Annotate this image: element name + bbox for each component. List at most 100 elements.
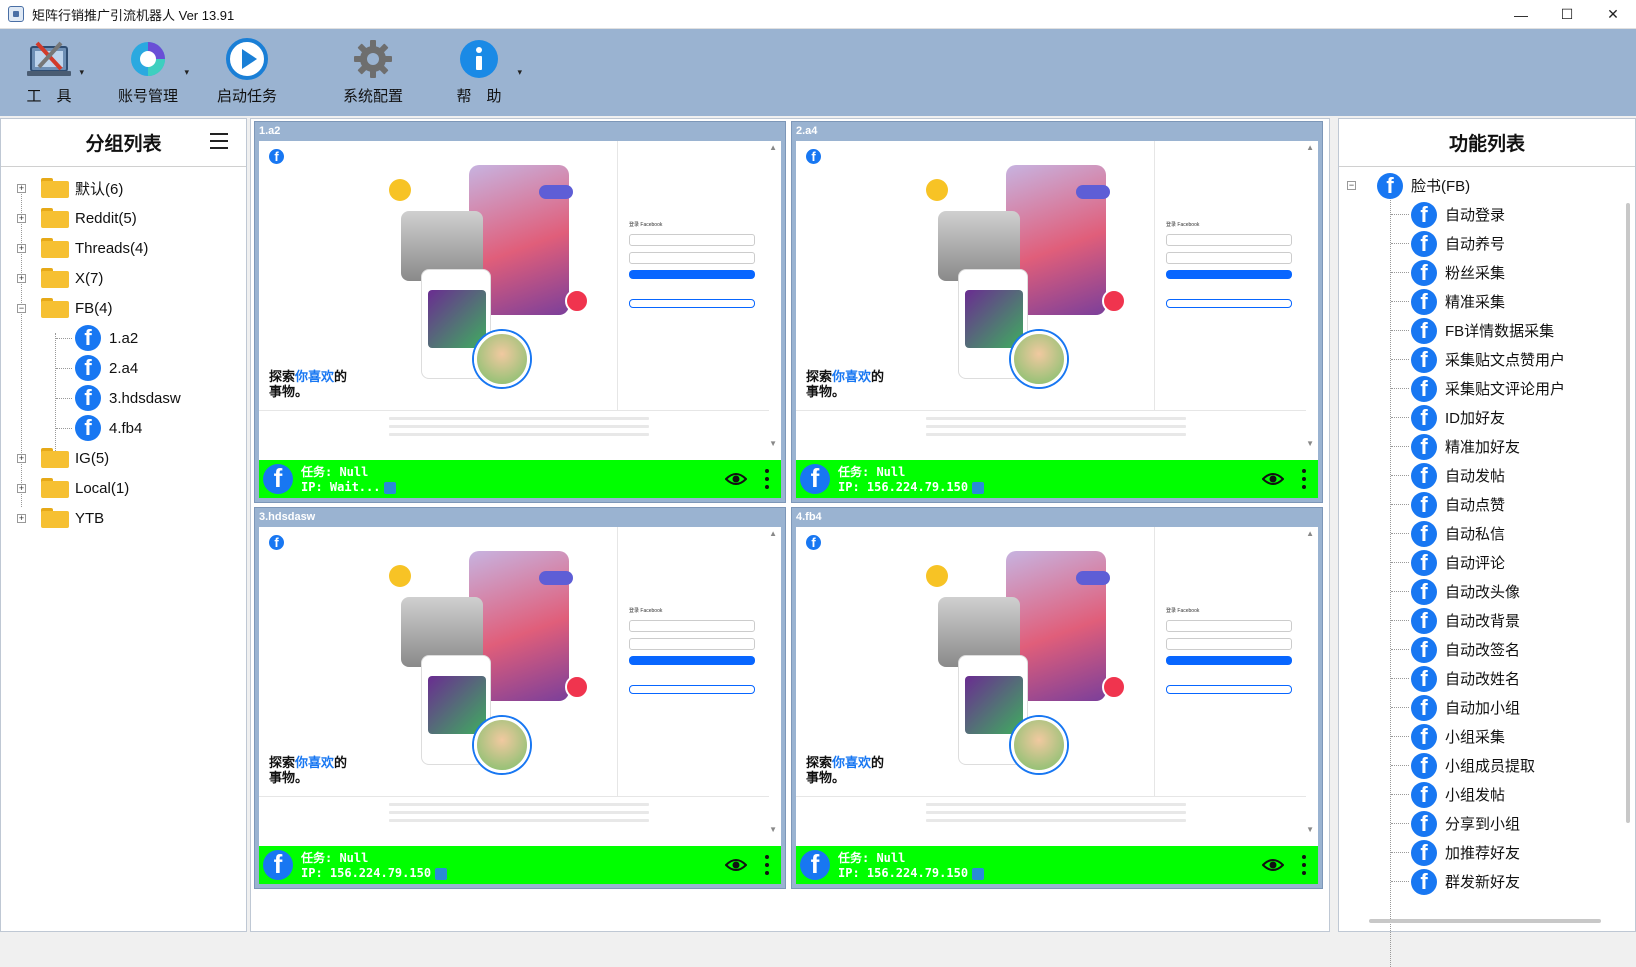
tree-group-ytb[interactable]: + YTB [1,503,246,533]
scroll-up-icon[interactable]: ▲ [769,529,777,538]
refresh-icon[interactable] [972,481,985,494]
login-button[interactable] [1166,656,1292,665]
login-button[interactable] [629,656,755,665]
tree-account-item[interactable]: f 4.fb4 [1,413,246,443]
hamburger-menu-icon[interactable] [210,133,228,149]
function-item[interactable]: f 自动评论 [1339,548,1635,577]
collapse-icon[interactable]: − [17,303,26,313]
scroll-up-icon[interactable]: ▲ [1306,143,1314,152]
tools-dropdown-icon[interactable]: ▾ [79,67,84,78]
function-item[interactable]: f 采集贴文评论用户 [1339,374,1635,403]
scroll-up-icon[interactable]: ▲ [769,143,777,152]
function-item[interactable]: f 自动加小组 [1339,693,1635,722]
expand-icon[interactable]: + [17,513,26,523]
function-item[interactable]: f 精准加好友 [1339,432,1635,461]
tree-account-item[interactable]: f 3.hdsdasw [1,383,246,413]
close-button[interactable]: ✕ [1590,0,1636,29]
tree-group-local[interactable]: + Local(1) [1,473,246,503]
maximize-button[interactable]: ☐ [1544,0,1590,29]
browser-viewport[interactable]: f 探索你喜欢的 事物。 登录 Facebook ▲ ▼ [796,141,1318,460]
create-account-button[interactable] [629,299,755,308]
refresh-icon[interactable] [435,867,448,880]
tree-group-default[interactable]: + 默认(6) [1,173,246,203]
eye-icon[interactable] [725,857,747,873]
browser-tile[interactable]: 1.a2 f 探索你喜欢的 事物。 登录 Facebook ▲ ▼ f 任务: … [254,121,786,503]
function-item[interactable]: f 加推荐好友 [1339,838,1635,867]
more-options-icon[interactable] [765,855,769,875]
function-item[interactable]: f 粉丝采集 [1339,258,1635,287]
tools-button[interactable]: 工 具 ▾ [26,29,84,106]
expand-icon[interactable]: + [17,243,26,253]
function-item[interactable]: f 自动发帖 [1339,461,1635,490]
eye-icon[interactable] [1262,857,1284,873]
scroll-up-icon[interactable]: ▲ [1306,529,1314,538]
function-root-facebook[interactable]: − f 脸书(FB) [1339,171,1635,200]
function-item[interactable]: f 自动改头像 [1339,577,1635,606]
function-item[interactable]: f FB详情数据采集 [1339,316,1635,345]
function-item[interactable]: f 小组发帖 [1339,780,1635,809]
function-item[interactable]: f 分享到小组 [1339,809,1635,838]
login-button[interactable] [629,270,755,279]
help-dropdown-icon[interactable]: ▾ [517,67,522,78]
browser-tile[interactable]: 2.a4 f 探索你喜欢的 事物。 登录 Facebook ▲ ▼ f 任务: … [791,121,1323,503]
expand-icon[interactable]: + [17,183,26,193]
email-input[interactable] [629,620,755,632]
accounts-button[interactable]: 账号管理 ▾ [117,29,189,106]
function-item[interactable]: f 自动改背景 [1339,606,1635,635]
scroll-down-icon[interactable]: ▼ [769,825,777,834]
email-input[interactable] [1166,620,1292,632]
function-item[interactable]: f 小组成员提取 [1339,751,1635,780]
browser-viewport[interactable]: f 探索你喜欢的 事物。 登录 Facebook ▲ ▼ [259,527,781,846]
function-item[interactable]: f ID加好友 [1339,403,1635,432]
browser-tile[interactable]: 4.fb4 f 探索你喜欢的 事物。 登录 Facebook ▲ ▼ f 任务:… [791,507,1323,889]
email-input[interactable] [1166,234,1292,246]
create-account-button[interactable] [1166,299,1292,308]
password-input[interactable] [1166,252,1292,264]
more-options-icon[interactable] [1302,855,1306,875]
tree-group-x[interactable]: + X(7) [1,263,246,293]
more-options-icon[interactable] [765,469,769,489]
settings-button[interactable]: 系统配置 [342,29,404,106]
expand-icon[interactable]: + [17,453,26,463]
accounts-dropdown-icon[interactable]: ▾ [184,67,189,78]
tree-account-item[interactable]: f 1.a2 [1,323,246,353]
create-account-button[interactable] [1166,685,1292,694]
expand-icon[interactable]: + [17,213,26,223]
password-input[interactable] [629,252,755,264]
function-item[interactable]: f 自动改姓名 [1339,664,1635,693]
eye-icon[interactable] [1262,471,1284,487]
start-task-button[interactable]: 启动任务 [216,29,278,106]
horizontal-scrollbar[interactable] [1369,919,1601,923]
vertical-scrollbar[interactable] [1625,167,1633,927]
tree-account-item[interactable]: f 2.a4 [1,353,246,383]
function-item[interactable]: f 自动养号 [1339,229,1635,258]
password-input[interactable] [1166,638,1292,650]
email-input[interactable] [629,234,755,246]
function-item[interactable]: f 自动私信 [1339,519,1635,548]
function-item[interactable]: f 自动改签名 [1339,635,1635,664]
function-item[interactable]: f 自动点赞 [1339,490,1635,519]
scroll-down-icon[interactable]: ▼ [769,439,777,448]
browser-tile[interactable]: 3.hdsdasw f 探索你喜欢的 事物。 登录 Facebook ▲ ▼ f… [254,507,786,889]
browser-viewport[interactable]: f 探索你喜欢的 事物。 登录 Facebook ▲ ▼ [796,527,1318,846]
more-options-icon[interactable] [1302,469,1306,489]
expand-icon[interactable]: + [17,273,26,283]
function-item[interactable]: f 自动登录 [1339,200,1635,229]
expand-icon[interactable]: + [17,483,26,493]
function-item[interactable]: f 群发新好友 [1339,867,1635,896]
function-item[interactable]: f 采集贴文点赞用户 [1339,345,1635,374]
tree-group-ig[interactable]: + IG(5) [1,443,246,473]
create-account-button[interactable] [629,685,755,694]
eye-icon[interactable] [725,471,747,487]
function-item[interactable]: f 小组采集 [1339,722,1635,751]
tree-group-fb[interactable]: − FB(4) [1,293,246,323]
tree-group-threads[interactable]: + Threads(4) [1,233,246,263]
minimize-button[interactable]: — [1498,0,1544,29]
function-item[interactable]: f 精准采集 [1339,287,1635,316]
tree-group-reddit[interactable]: + Reddit(5) [1,203,246,233]
collapse-icon[interactable]: − [1347,181,1356,190]
help-button[interactable]: 帮 助 ▾ [456,29,522,106]
refresh-icon[interactable] [972,867,985,880]
scroll-down-icon[interactable]: ▼ [1306,439,1314,448]
password-input[interactable] [629,638,755,650]
